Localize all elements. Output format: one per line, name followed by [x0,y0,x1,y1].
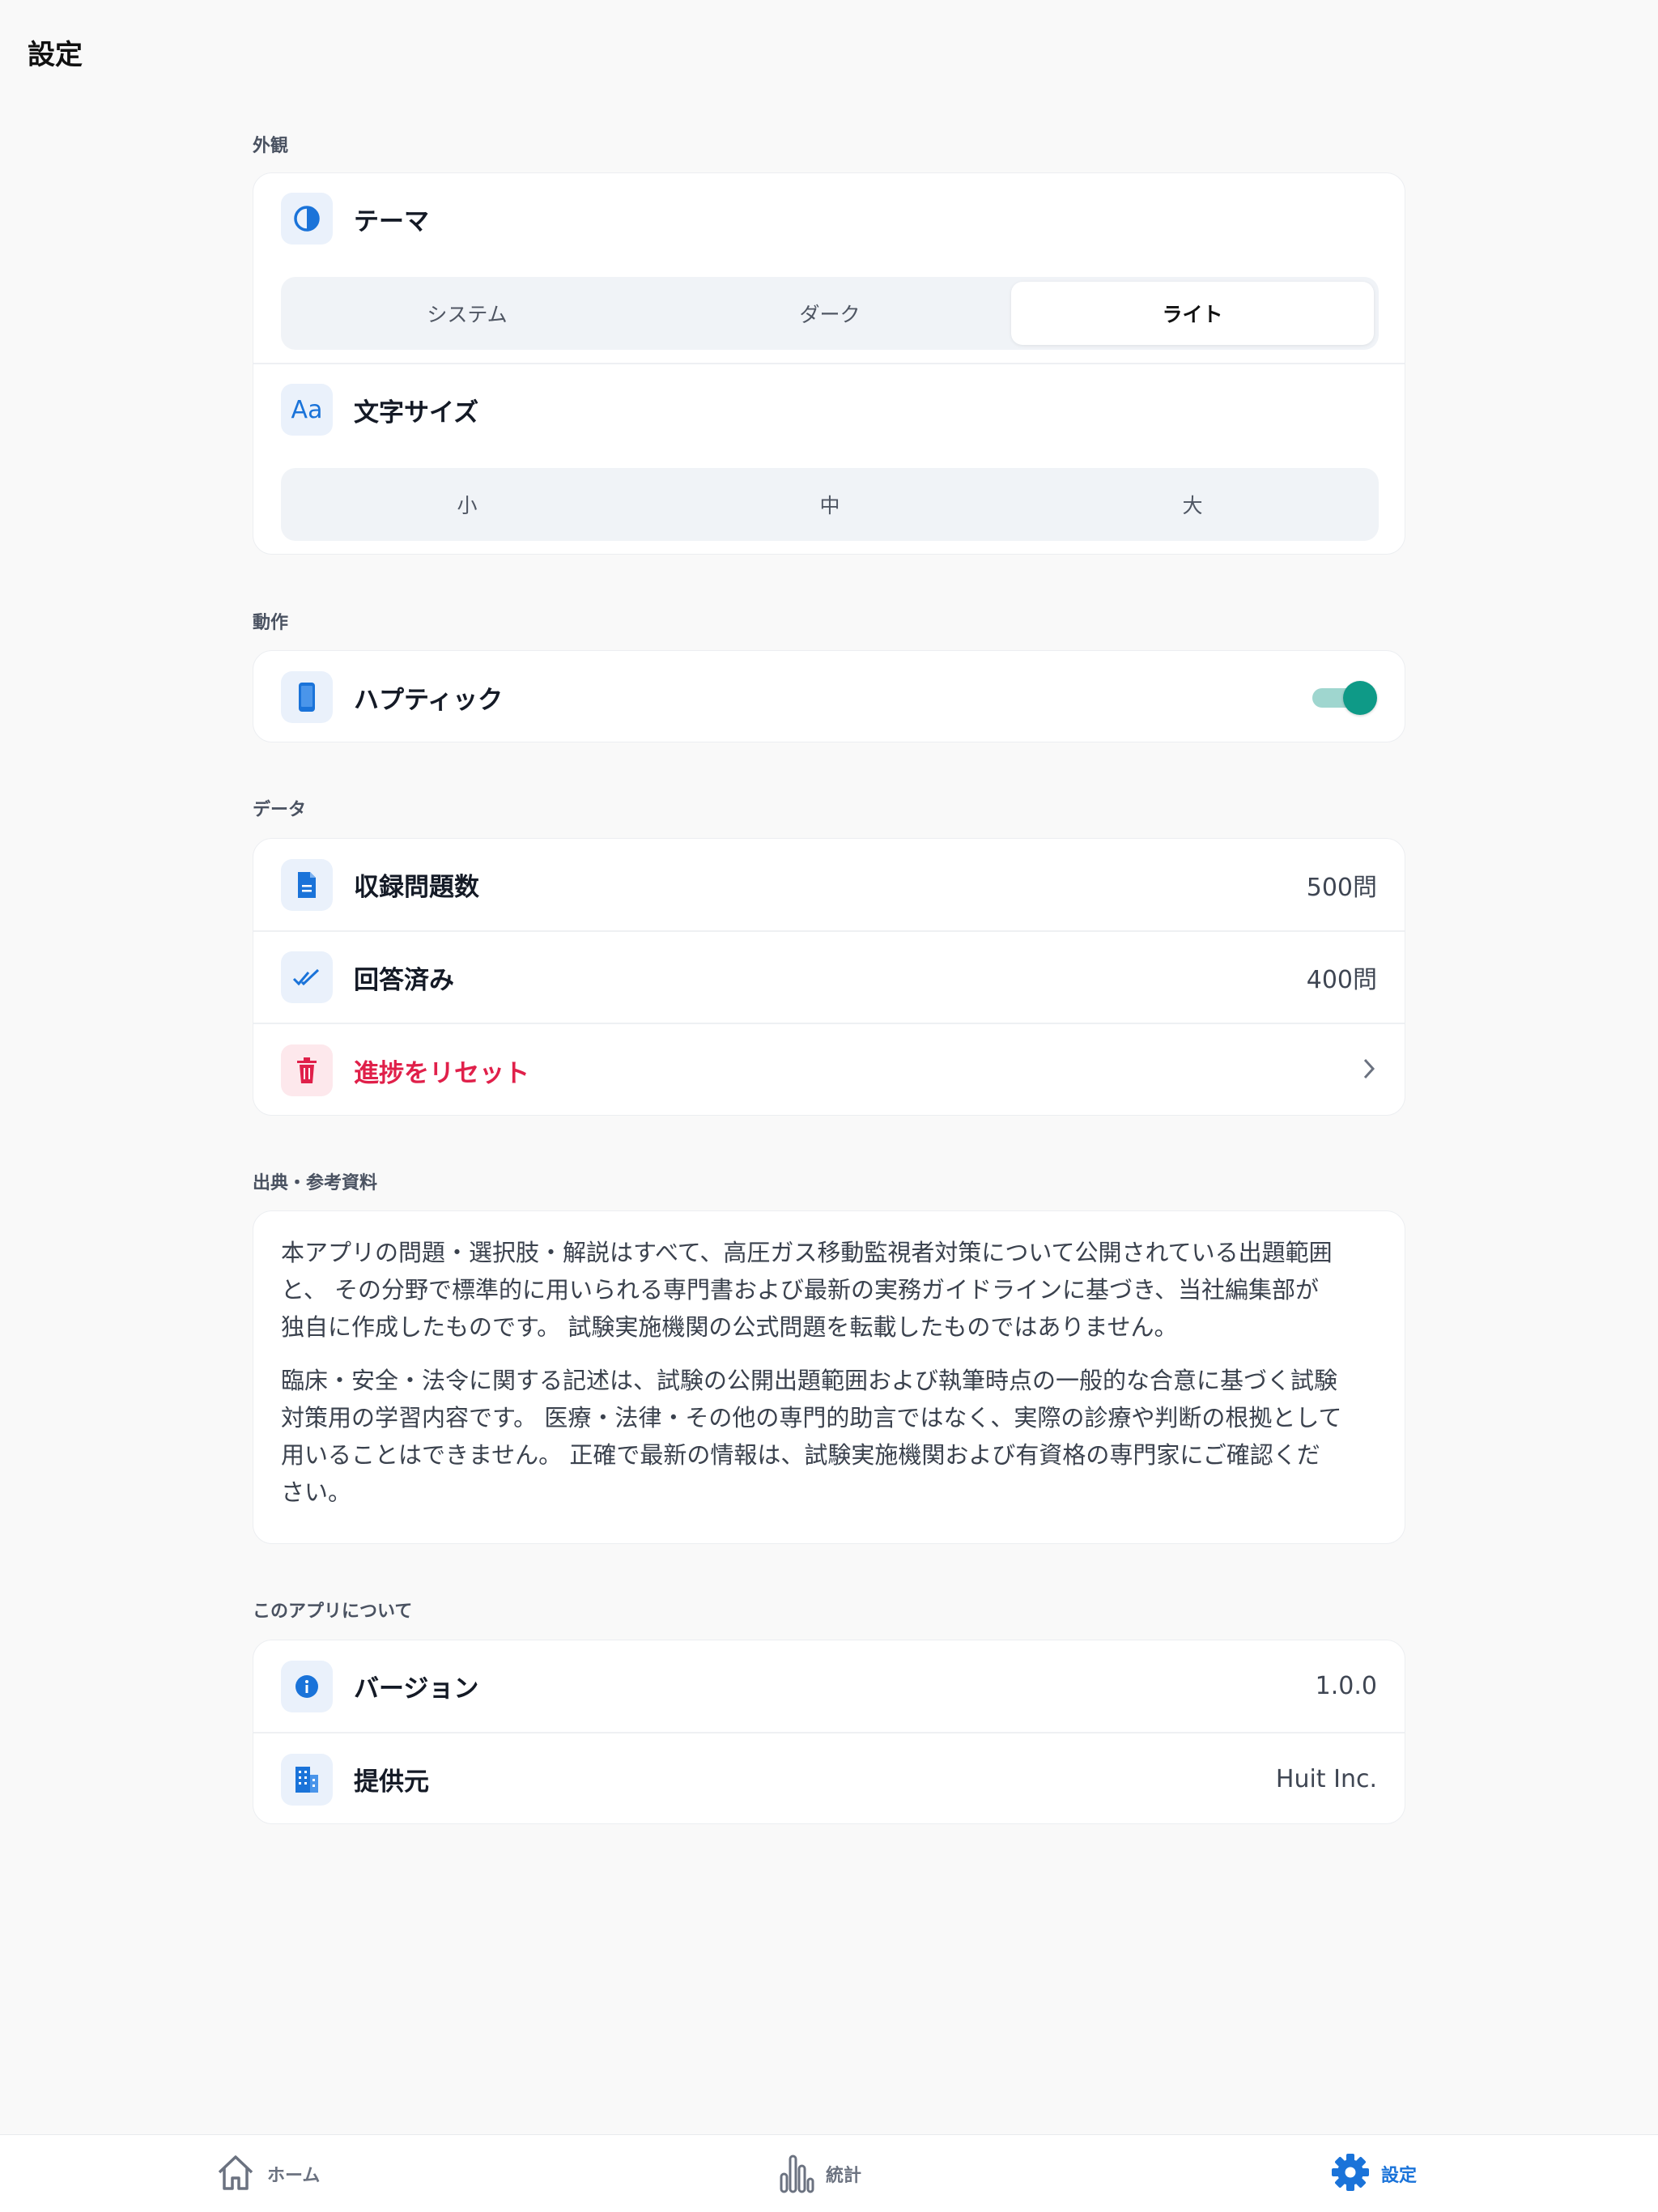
appearance-card: テーマ システム ダーク ライト Aa 文字サイズ 小 中 大 [253,172,1405,555]
tab-settings[interactable]: 設定 [1331,2135,1417,2212]
sources-paragraph-2: 臨床・安全・法令に関する記述は、試験の公開出題範囲および執筆時点の一般的な合意に… [281,1367,1342,1506]
section-header-behavior: 動作 [253,613,289,633]
font-size-option-large[interactable]: 大 [1011,473,1374,536]
question-count-row: 収録問題数 500問 [253,839,1405,930]
font-size-option-small[interactable]: 小 [286,473,648,536]
data-card: 収録問題数 500問 回答済み 400問 進捗をリセット [253,838,1405,1116]
version-label: バージョン [354,1674,479,1704]
version-value: 1.0.0 [1315,1672,1377,1700]
theme-option-system[interactable]: システム [286,282,648,345]
version-row: バージョン 1.0.0 [253,1640,1405,1732]
home-icon [215,2153,256,2195]
tab-bar: ホーム 統計 設定 [0,2134,1658,2212]
trash-icon [281,1044,333,1096]
section-header-data: データ [253,800,307,820]
section-header-appearance: 外観 [253,136,289,156]
text-size-icon: Aa [281,384,333,436]
section-header-sources: 出典・参考資料 [253,1173,378,1193]
font-size-option-medium[interactable]: 中 [648,473,1011,536]
tab-home[interactable]: ホーム [215,2135,320,2212]
theme-segmented-control: システム ダーク ライト [281,277,1379,350]
font-size-row: Aa 文字サイズ [253,384,1405,436]
building-icon [281,1753,333,1806]
tab-stats[interactable]: 統計 [779,2135,861,2212]
gear-icon [1331,2153,1370,2195]
theme-option-light[interactable]: ライト [1011,282,1374,345]
haptic-row: ハプティック [253,651,1405,742]
tab-settings-label: 設定 [1381,2166,1418,2186]
tab-stats-label: 統計 [826,2166,862,2186]
contrast-icon [281,193,333,245]
font-size-label: 文字サイズ [354,398,479,428]
chevron-right-icon [1361,1057,1377,1084]
font-size-segmented-control: 小 中 大 [281,468,1379,541]
provider-row: 提供元 Huit Inc. [253,1732,1405,1823]
sources-card: 本アプリの問題・選択肢・解説はすべて、高圧ガス移動監視者対策について公開されてい… [253,1210,1405,1544]
divider [253,363,1405,364]
about-card: バージョン 1.0.0 提供元 Huit Inc. [253,1640,1405,1824]
provider-value: Huit Inc. [1275,1765,1377,1793]
provider-label: 提供元 [354,1767,429,1797]
section-header-about: このアプリについて [253,1602,413,1622]
question-count-label: 収録問題数 [354,873,479,902]
behavior-card: ハプティック [253,650,1405,742]
haptic-label: ハプティック [354,685,504,715]
sources-paragraph-1: 本アプリの問題・選択肢・解説はすべて、高圧ガス移動監視者対策について公開されてい… [281,1239,1333,1341]
reset-progress-row[interactable]: 進捗をリセット [253,1023,1405,1115]
answered-value: 400問 [1306,966,1377,994]
chart-icon [779,2151,814,2197]
double-check-icon [281,951,333,1003]
tab-home-label: ホーム [267,2166,321,2186]
theme-label: テーマ [354,206,429,236]
answered-row: 回答済み 400問 [253,930,1405,1023]
theme-row: テーマ [253,193,1405,245]
phone-icon [281,671,333,723]
theme-option-dark[interactable]: ダーク [648,282,1011,345]
reset-progress-label: 進捗をリセット [354,1058,529,1088]
haptic-toggle[interactable] [1309,679,1377,715]
info-icon [281,1660,333,1712]
document-icon [281,858,333,911]
page-title: 設定 [28,39,83,71]
answered-label: 回答済み [354,965,454,995]
question-count-value: 500問 [1306,873,1377,902]
